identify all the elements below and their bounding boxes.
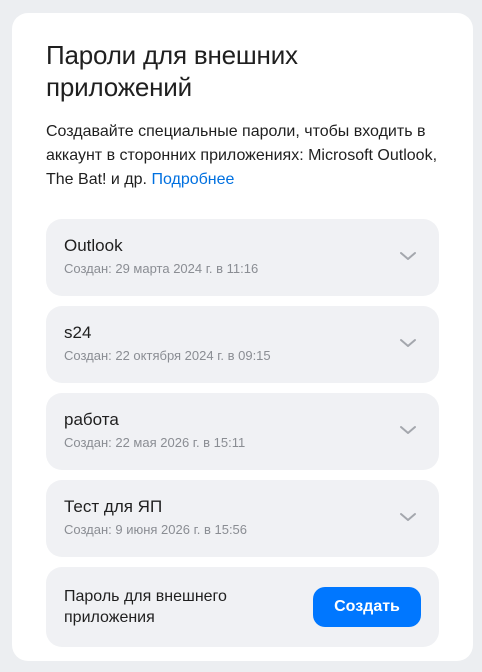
password-created-date: Создан: 22 октября 2024 г. в 09:15 (64, 348, 271, 363)
password-name: работа (64, 410, 119, 429)
chevron-down-icon[interactable] (399, 424, 417, 436)
password-item-rabota[interactable]: работа Создан: 22 мая 2026 г. в 15:11 (46, 393, 439, 470)
app-passwords-card: Пароли для внешних приложений Создавайте… (12, 13, 473, 661)
chevron-down-icon[interactable] (399, 337, 417, 349)
password-list: Outlook Создан: 29 марта 2024 г. в 11:16… (46, 219, 439, 557)
create-password-row: Пароль для внешнего приложения Создать (46, 567, 439, 647)
chevron-down-icon[interactable] (399, 250, 417, 262)
page-description: Создавайте специальные пароли, чтобы вхо… (46, 120, 439, 192)
password-created-date: Создан: 29 марта 2024 г. в 11:16 (64, 261, 259, 276)
chevron-down-icon[interactable] (399, 511, 417, 523)
password-name: Тест для ЯП (64, 497, 163, 516)
description-text: Создавайте специальные пароли, чтобы вхо… (46, 123, 438, 188)
password-created-date: Создан: 22 мая 2026 г. в 15:11 (64, 435, 246, 450)
password-item-test[interactable]: Тест для ЯП Создан: 9 июня 2026 г. в 15:… (46, 480, 439, 557)
page-title: Пароли для внешних приложений (46, 40, 298, 102)
password-name: Outlook (64, 236, 123, 255)
password-created-date: Создан: 9 июня 2026 г. в 15:56 (64, 522, 248, 537)
password-name: s24 (64, 323, 92, 342)
more-info-link[interactable]: Подробнее (151, 171, 234, 188)
password-item-s24[interactable]: s24 Создан: 22 октября 2024 г. в 09:15 (46, 306, 439, 383)
password-item-outlook[interactable]: Outlook Создан: 29 марта 2024 г. в 11:16 (46, 219, 439, 296)
create-button[interactable]: Создать (313, 587, 421, 627)
create-password-label: Пароль для внешнего приложения (64, 588, 227, 626)
